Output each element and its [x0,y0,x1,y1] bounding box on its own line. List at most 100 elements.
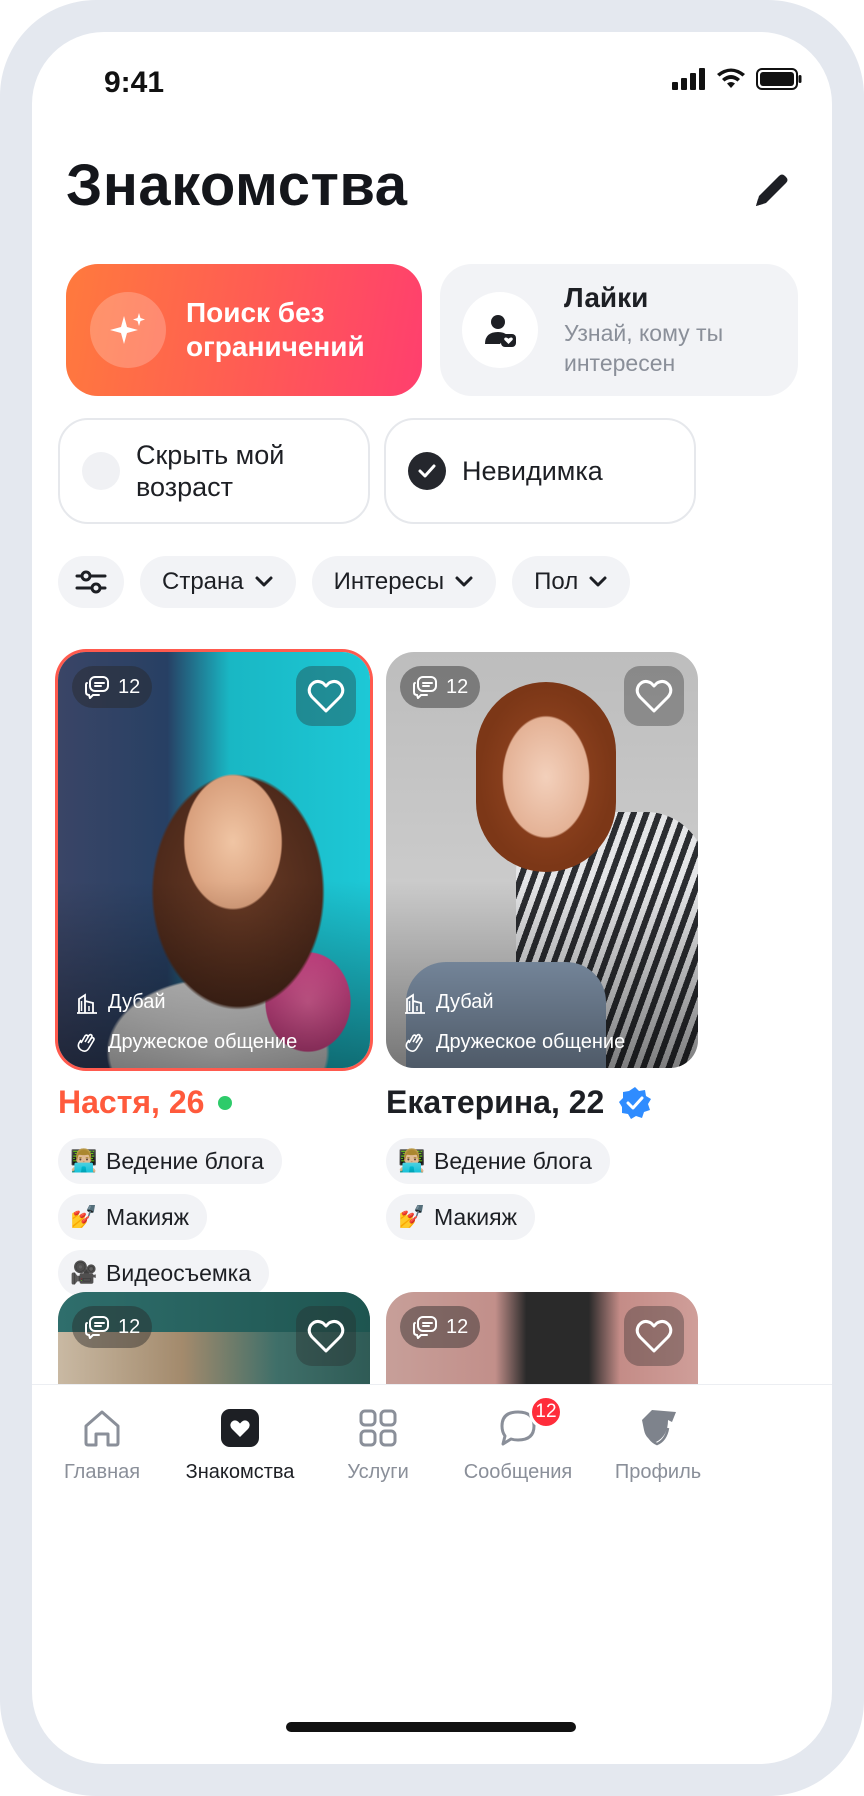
comments-badge: 12 [72,666,153,708]
invisible-label: Невидимка [462,456,603,486]
sparkles-icon [90,292,166,368]
heart-outline-icon [635,679,673,713]
hide-age-radio[interactable] [82,452,120,490]
signal-icon [672,68,705,90]
pencil-icon [756,174,788,206]
comments-badge: 12 [72,1306,153,1348]
blogger-icon: 👨🏼‍💻 [70,1148,98,1173]
sliders-icon [75,570,107,594]
like-button[interactable] [296,666,356,726]
filter-bar: Страна Интересы Пол [58,556,631,608]
like-button[interactable] [296,1306,356,1366]
chat-icon: 12 [495,1395,563,1451]
like-button[interactable] [624,1306,684,1366]
status-icons [672,68,802,90]
chevron-down-icon [589,576,607,587]
filter-country-label: Страна [162,568,244,595]
comments-count: 12 [446,675,469,698]
comments-badge: 12 [400,1306,481,1348]
heart-outline-icon [635,1319,673,1353]
tab-home-label: Главная [63,1461,141,1483]
comment-icon [85,676,109,699]
bottom-tab-bar: Главная Знакомства Услуги 12 Сообщения П… [32,1384,832,1505]
interest-label: Макияж [106,1203,189,1230]
interest-label: Видеосъемка [106,1259,252,1286]
tab-home[interactable]: Главная [32,1405,172,1484]
blogger-icon: 👨🏼‍💻 [398,1148,426,1173]
nail-polish-icon: 💅 [70,1204,98,1229]
user-heart-icon [462,292,538,368]
filter-gender-label: Пол [534,568,579,595]
edit-button[interactable] [742,160,802,220]
tab-messages[interactable]: 12 Сообщения [448,1395,588,1484]
likes-button[interactable]: Лайки Узнай, кому ты интересен [440,264,798,396]
comment-icon [85,1316,109,1339]
comments-count: 12 [118,1315,141,1338]
tab-dating[interactable]: Знакомства [170,1405,310,1484]
page-title: Знакомства [66,153,408,218]
profile-goal-label: Дружеское общение [108,1031,298,1053]
likes-subtitle: Узнай, кому ты интересен [564,320,724,376]
profile-city: Дубай [76,991,166,1014]
chevron-down-icon [455,576,473,587]
comment-icon [413,1316,437,1339]
wifi-icon [717,68,745,88]
comments-count: 12 [118,675,141,698]
interest-label: Ведение блога [434,1147,592,1174]
wave-hand-icon [77,1033,95,1052]
profile-name-label: Екатерина, 22 [386,1084,605,1120]
tab-services[interactable]: Услуги [308,1405,448,1484]
profile-goal: Дружеское общение [404,1031,625,1054]
messages-badge: 12 [529,1395,563,1429]
like-button[interactable] [624,666,684,726]
filter-settings-button[interactable] [58,556,124,608]
profile-name[interactable]: Настя, 26 [58,1084,233,1121]
comment-icon [413,676,437,699]
interest-tag: 💅 Макияж [58,1194,207,1240]
status-bar: 9:41 [32,32,832,132]
comments-count: 12 [446,1315,469,1338]
filter-gender[interactable]: Пол [512,556,631,608]
tab-profile[interactable]: Профиль [588,1405,728,1484]
interest-tag: 🎥 Видеосъемка [58,1250,270,1296]
profile-card[interactable]: 12 Дубай Дружеское общение [386,652,698,1068]
heart-outline-icon [307,679,345,713]
profile-name[interactable]: Екатерина, 22 [386,1084,652,1121]
interest-label: Макияж [434,1203,517,1230]
device-frame: 9:41 Знакомства Поиск без ограничений Ла… [0,0,864,1796]
hide-age-toggle[interactable]: Скрыть мой возраст [58,418,370,524]
likes-text: Лайки Узнай, кому ты интересен [564,282,774,378]
invisible-toggle[interactable]: Невидимка [384,418,696,524]
video-camera-icon: 🎥 [70,1260,98,1285]
building-icon [405,992,425,1014]
likes-title: Лайки [564,282,649,313]
profile-city: Дубай [404,991,494,1014]
interest-tags: 👨🏼‍💻 Ведение блога 💅 Макияж [386,1138,610,1240]
hide-age-label: Скрыть мой возраст [136,440,285,502]
avatar-icon [635,1405,681,1451]
building-icon [77,992,97,1014]
tab-dating-label: Знакомства [185,1461,295,1483]
profile-card[interactable]: 12 Дубай Дружеское общение [58,652,370,1068]
profile-name-label: Настя, 26 [58,1084,205,1120]
interest-tag: 👨🏼‍💻 Ведение блога [58,1138,282,1184]
home-icon [79,1405,125,1451]
home-indicator [286,1722,576,1732]
grid-icon [355,1405,401,1451]
filter-interests[interactable]: Интересы [311,556,497,608]
status-time: 9:41 [104,66,165,99]
battery-icon [756,68,802,90]
tab-services-label: Услуги [347,1461,409,1483]
checkmark-icon[interactable] [408,452,446,490]
heart-outline-icon [307,1319,345,1353]
comments-badge: 12 [400,666,481,708]
profile-goal-label: Дружеское общение [436,1031,626,1053]
interest-label: Ведение блога [106,1147,264,1174]
filter-country[interactable]: Страна [140,556,296,608]
unlimited-search-button[interactable]: Поиск без ограничений [66,264,422,396]
profile-goal: Дружеское общение [76,1031,297,1054]
online-indicator [218,1095,233,1110]
tab-messages-label: Сообщения [463,1461,573,1483]
phone-screen: 9:41 Знакомства Поиск без ограничений Ла… [32,32,832,1764]
chevron-down-icon [255,576,273,587]
